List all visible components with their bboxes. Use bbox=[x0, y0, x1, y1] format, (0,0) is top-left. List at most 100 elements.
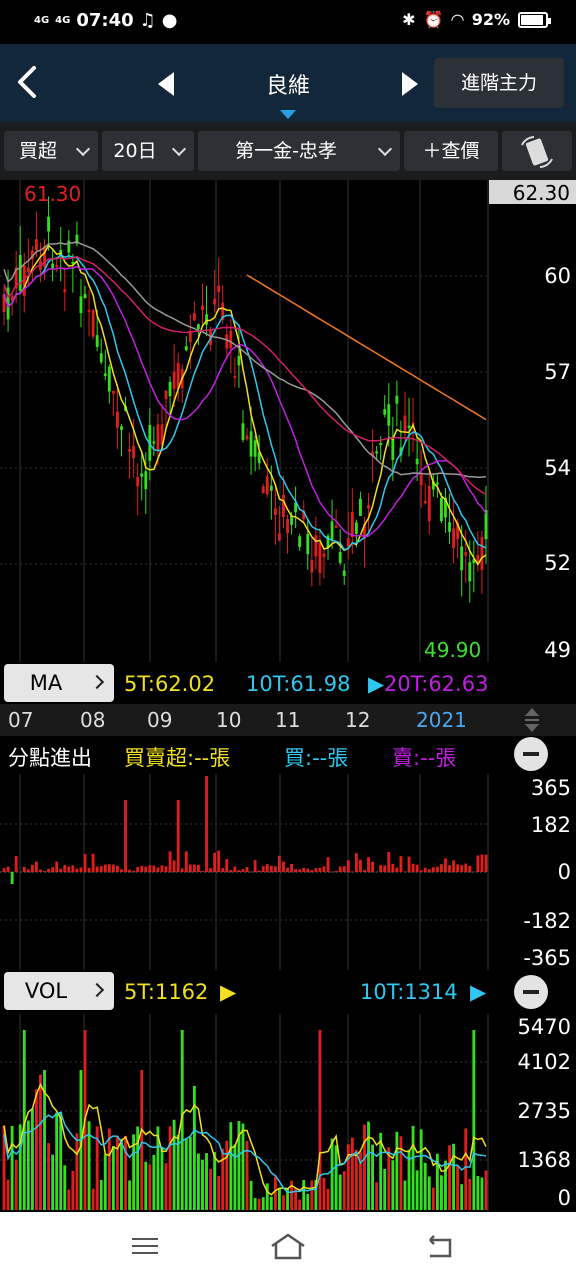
buy-bar bbox=[444, 858, 447, 872]
buy-bar bbox=[6, 866, 10, 872]
buy-bar bbox=[229, 870, 233, 872]
candle-body bbox=[237, 355, 241, 366]
collapse-branch-panel-button[interactable] bbox=[514, 737, 548, 771]
branch-chart[interactable]: 365 182 0 -182 -365 bbox=[0, 774, 576, 970]
candle-body bbox=[128, 449, 131, 452]
candle-body bbox=[205, 314, 208, 325]
buy-bar bbox=[310, 870, 314, 872]
ma10-marker-icon: ▶ bbox=[368, 672, 385, 696]
buy-bar bbox=[435, 866, 439, 872]
volume-bar bbox=[144, 1161, 148, 1210]
candle-body bbox=[464, 552, 468, 556]
period-select[interactable]: 20日 bbox=[102, 131, 194, 171]
buy-bar bbox=[273, 866, 277, 872]
candle-body bbox=[91, 310, 95, 337]
candle-body bbox=[440, 497, 443, 522]
filter-select[interactable]: 買超 bbox=[4, 131, 98, 171]
candle-body bbox=[245, 435, 249, 440]
y-tick: 57 bbox=[544, 360, 571, 384]
candlestick-chart[interactable]: 62.30 61.30 49.90 60 57 54 52 49 bbox=[0, 180, 576, 662]
volume-bar-chart[interactable]: 5470 4102 2735 1368 0 bbox=[0, 1014, 576, 1212]
candle-body bbox=[241, 423, 245, 440]
volume-y-tick: 5470 bbox=[518, 1015, 571, 1039]
chevron-right-icon bbox=[89, 982, 105, 998]
broker-select[interactable]: 第一金-忠孝 bbox=[198, 131, 400, 171]
buy-bar bbox=[225, 859, 229, 872]
candle-body bbox=[156, 424, 160, 452]
candle-body bbox=[63, 289, 67, 293]
volume-bar bbox=[375, 1182, 379, 1210]
recent-apps-icon[interactable] bbox=[130, 1234, 160, 1258]
buy-bar bbox=[427, 869, 431, 872]
volume-bar bbox=[257, 1198, 261, 1210]
candle-body bbox=[342, 570, 346, 576]
resize-handle-icon[interactable] bbox=[522, 706, 542, 734]
candle-body bbox=[253, 440, 257, 457]
back-nav-icon[interactable] bbox=[422, 1232, 456, 1260]
volume-bar bbox=[197, 1153, 200, 1210]
buy-bar bbox=[452, 860, 455, 872]
next-stock-icon[interactable] bbox=[402, 72, 418, 96]
ma20-value: 20T:62.63 bbox=[384, 672, 488, 696]
buy-bar bbox=[359, 859, 362, 872]
volume-bar bbox=[188, 1136, 192, 1210]
branch-y-tick: 182 bbox=[531, 813, 571, 837]
ma240-line bbox=[246, 274, 487, 421]
buy-bar bbox=[387, 851, 391, 872]
candle-body bbox=[261, 486, 265, 494]
buy-bar bbox=[184, 851, 188, 872]
advanced-main-force-button[interactable]: 進階主力 bbox=[434, 58, 564, 108]
query-price-button[interactable]: ＋查價 bbox=[404, 131, 498, 171]
dropdown-caret-icon[interactable] bbox=[280, 110, 296, 119]
candle-body bbox=[448, 522, 451, 532]
volume-bar bbox=[310, 1180, 314, 1210]
volume-bar bbox=[55, 1112, 59, 1210]
candle-body bbox=[278, 533, 281, 541]
ma-selector-button[interactable]: MA bbox=[4, 664, 114, 702]
price-chart[interactable]: 62.30 61.30 49.90 60 57 54 52 49 bbox=[0, 180, 576, 662]
branch-bar-chart[interactable]: 365 182 0 -182 -365 bbox=[0, 774, 576, 970]
candle-body bbox=[132, 445, 136, 458]
volume-selector-button[interactable]: VOL bbox=[4, 972, 114, 1010]
vol-ma10-marker-icon: ▶ bbox=[470, 980, 487, 1004]
candle-body bbox=[419, 474, 423, 486]
buy-bar bbox=[213, 852, 217, 872]
volume-bar bbox=[184, 1138, 188, 1210]
volume-bar bbox=[168, 1126, 172, 1210]
rotate-screen-button[interactable] bbox=[502, 131, 572, 171]
candle-body bbox=[314, 535, 318, 557]
candle-body bbox=[318, 542, 322, 574]
candle-body bbox=[217, 285, 221, 292]
music-icon: ♫ bbox=[139, 10, 156, 31]
home-icon[interactable] bbox=[268, 1230, 308, 1262]
volume-bar bbox=[350, 1137, 354, 1210]
buy-bar bbox=[269, 865, 273, 872]
buy-bar bbox=[51, 867, 55, 872]
volume-y-tick: 1368 bbox=[518, 1148, 571, 1172]
collapse-volume-panel-button[interactable] bbox=[514, 975, 548, 1009]
buy-bar bbox=[83, 854, 87, 872]
chevron-right-icon bbox=[89, 674, 105, 690]
status-bar: 4G 4G 07:40 ♫ ● ✱ ⏰ ◠ 92% bbox=[0, 0, 576, 44]
filter-select-label: 買超 bbox=[18, 140, 57, 162]
buy-bar bbox=[30, 864, 34, 872]
buy-bar bbox=[379, 865, 383, 872]
candle-body bbox=[213, 298, 217, 305]
buy-bar bbox=[39, 869, 42, 872]
buy-bar bbox=[448, 865, 451, 872]
month-label: 10 bbox=[216, 708, 242, 732]
buy-bar bbox=[306, 868, 310, 872]
candle-body bbox=[144, 471, 148, 490]
candle-body bbox=[427, 486, 431, 522]
candle-body bbox=[269, 485, 273, 491]
volume-bar bbox=[124, 1135, 127, 1210]
candle-body bbox=[391, 436, 395, 460]
candle-body bbox=[55, 264, 59, 267]
buy-bar bbox=[298, 869, 302, 872]
ma-selector-label: MA bbox=[29, 671, 63, 695]
buy-bar bbox=[172, 860, 176, 872]
buy-bar bbox=[419, 870, 423, 872]
volume-chart[interactable]: 5470 4102 2735 1368 0 bbox=[0, 1014, 576, 1212]
buy-bar bbox=[342, 866, 346, 872]
volume-bar bbox=[205, 1153, 208, 1210]
